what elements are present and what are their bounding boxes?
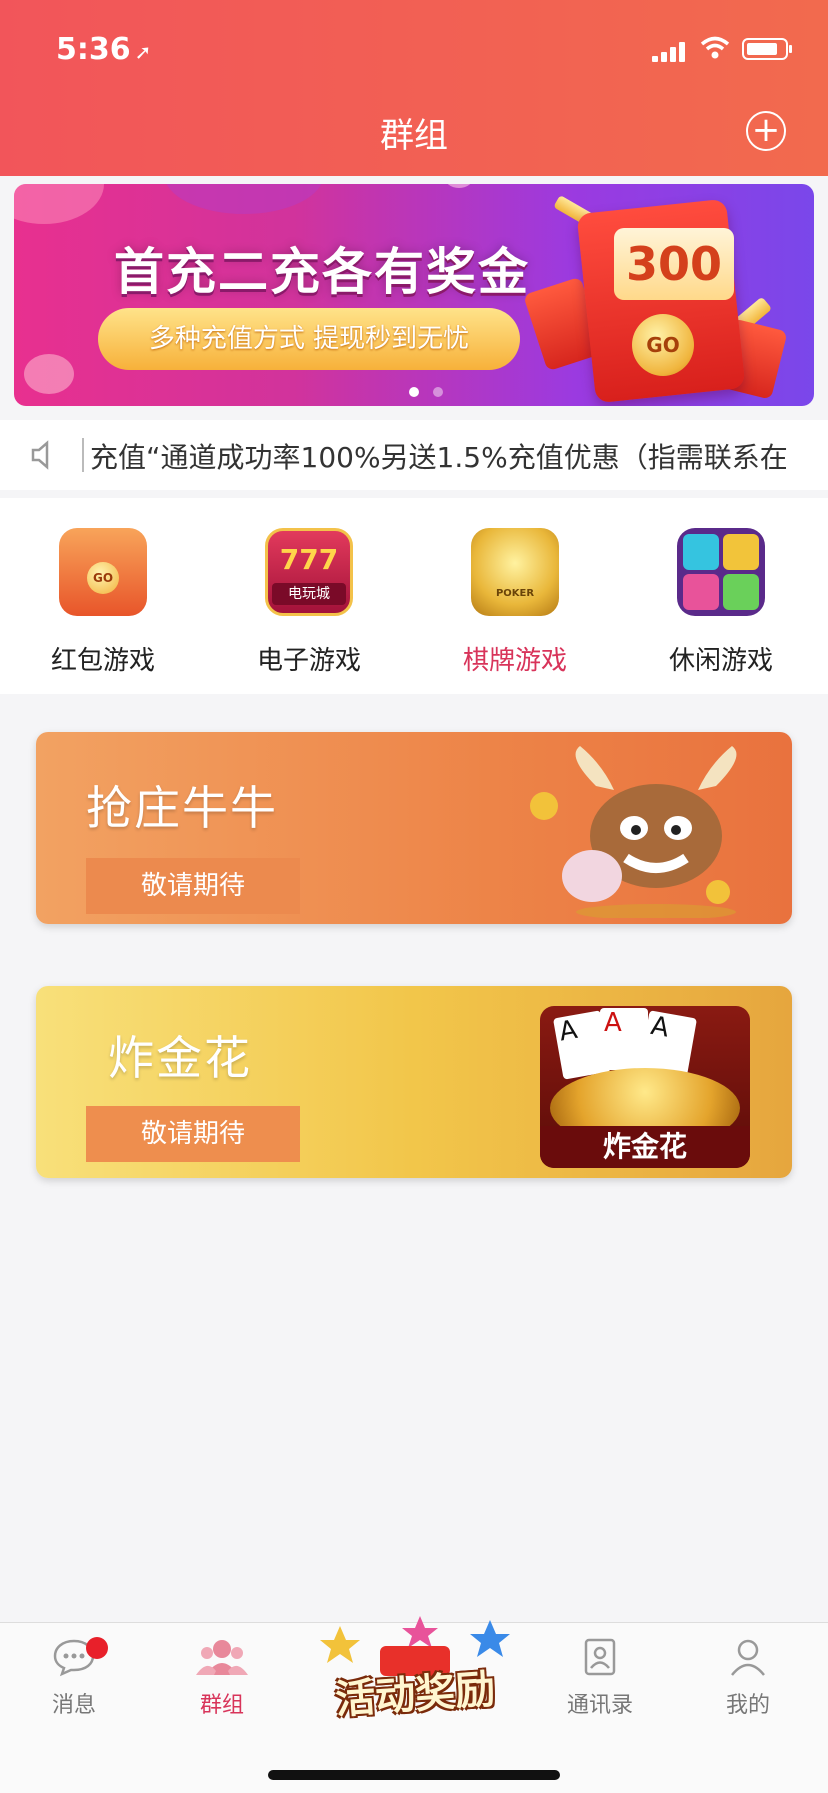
go-badge: GO [87, 562, 119, 594]
profile-icon [731, 1639, 765, 1676]
tab-contacts[interactable]: 通讯录 [550, 1637, 650, 1719]
notice-bar[interactable]: 充值“通道成功率100%另送1.5%充值优惠（指需联系在 [0, 420, 828, 490]
go-coin-icon: GO [632, 314, 694, 376]
page-title: 群组 [380, 116, 448, 156]
wifi-icon [700, 36, 730, 59]
group-icon [196, 1640, 248, 1675]
poker-badge: POKER [495, 588, 535, 599]
tab-label: 通讯录 [566, 1693, 633, 1718]
coming-soon-button[interactable]: 敬请期待 [86, 858, 300, 914]
signal-icon [652, 42, 688, 62]
decor-bubble [444, 184, 474, 188]
banner-title: 首充二充各有奖金 [114, 243, 530, 301]
category-red-envelope[interactable]: GO 红包游戏 [28, 528, 178, 677]
plus-icon: + [751, 110, 781, 150]
category-casual[interactable]: 休闲游戏 [646, 528, 796, 677]
slot-badge: 电玩城 [272, 583, 346, 605]
tab-groups[interactable]: 群组 [172, 1637, 272, 1719]
carousel-dot[interactable] [433, 387, 443, 397]
game-logo-text: 炸金花 [540, 1126, 750, 1168]
game-card-title: 抢庄牛牛 [86, 781, 278, 835]
card-aces-icon: A A A 炸金花 [540, 1006, 750, 1168]
category-chess-card[interactable]: POKER 棋牌游戏 [440, 528, 590, 677]
game-categories: GO 红包游戏 777 电玩城 电子游戏 POKER 棋牌游戏 休闲游戏 [0, 498, 828, 694]
tab-label: 消息 [51, 1693, 96, 1718]
carousel-dot-active[interactable] [409, 387, 419, 397]
battery-icon [742, 38, 792, 60]
contacts-icon [584, 1638, 616, 1676]
decor-bubble [24, 354, 74, 394]
status-bar: 5:36 ➚ [0, 0, 828, 100]
category-electronic[interactable]: 777 电玩城 电子游戏 [234, 528, 384, 677]
status-time: 5:36 ➚ [56, 32, 152, 67]
home-indicator[interactable] [268, 1770, 560, 1780]
game-card-zhajinhua[interactable]: 炸金花 敬请期待 A A A 炸金花 [36, 986, 792, 1178]
tab-messages[interactable]: 消息 [24, 1637, 124, 1719]
game-card-niuniu[interactable]: 抢庄牛牛 敬请期待 [36, 732, 792, 924]
activity-reward-button[interactable]: 活动奖励 [310, 1616, 520, 1726]
location-arrow-icon: ➚ [134, 40, 152, 64]
tab-label: 群组 [199, 1693, 244, 1718]
decor-bubble [14, 184, 104, 224]
decor-bubble [164, 184, 324, 214]
gem-blocks-icon [677, 528, 765, 616]
notice-divider [82, 438, 84, 472]
bull-mascot-icon [530, 746, 737, 918]
carousel-indicator [402, 382, 450, 401]
banner-subtitle: 多种充值方式 提现秒到无忧 [98, 308, 520, 370]
poker-chip-icon: POKER [471, 528, 559, 616]
add-group-button[interactable]: + [746, 111, 786, 151]
slot-777-text: 777 [279, 543, 339, 576]
category-label: 休闲游戏 [668, 646, 773, 676]
slot-777-icon: 777 电玩城 [265, 528, 353, 616]
category-label: 红包游戏 [50, 646, 155, 676]
speaker-icon [31, 440, 49, 470]
tab-profile[interactable]: 我的 [698, 1637, 798, 1719]
coming-soon-button[interactable]: 敬请期待 [86, 1106, 300, 1162]
promo-banner[interactable]: 首充二充各有奖金 多种充值方式 提现秒到无忧 300 GO [14, 184, 814, 406]
game-card-title: 炸金花 [108, 1031, 252, 1085]
unread-badge [86, 1637, 108, 1659]
tab-label: 我的 [725, 1693, 770, 1718]
bonus-amount: 300 [614, 228, 734, 300]
notice-text: 充值“通道成功率100%另送1.5%充值优惠（指需联系在 [90, 441, 788, 474]
category-label: 电子游戏 [256, 646, 361, 676]
category-label: 棋牌游戏 [462, 646, 567, 676]
header-bar: 5:36 ➚ 群组 + [0, 0, 828, 176]
red-envelope-icon: GO [59, 528, 147, 616]
